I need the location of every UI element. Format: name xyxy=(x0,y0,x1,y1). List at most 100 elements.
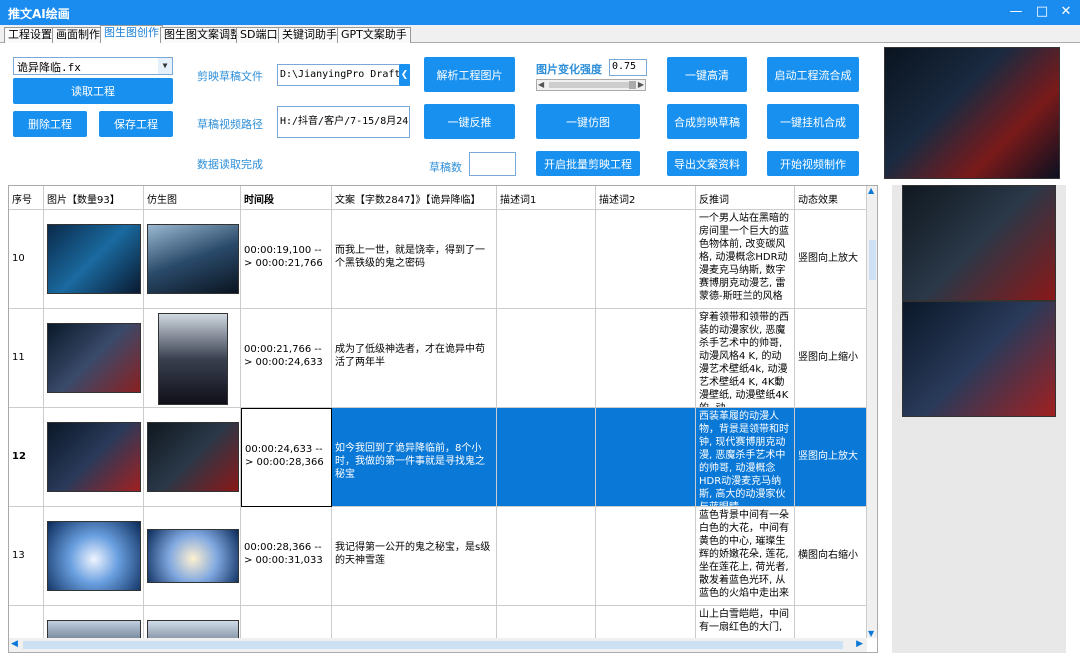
batch-jianying-button[interactable]: 开启批量剪映工程 xyxy=(536,151,640,176)
bionic-image[interactable] xyxy=(147,224,239,294)
preview-image[interactable] xyxy=(884,47,1060,179)
vertical-scroll-thumb[interactable] xyxy=(869,240,876,280)
scroll-down-icon[interactable]: ▼ xyxy=(868,629,874,638)
effect-cell[interactable]: 竖图向上缩小 xyxy=(795,309,867,408)
project-select[interactable]: 诡异降临.fx ▼ xyxy=(13,57,173,75)
tab-keyword-helper[interactable]: 关键词助手 xyxy=(278,27,341,43)
imitate-button[interactable]: 一键仿图 xyxy=(536,104,640,139)
text-cell[interactable]: 而我上一世，就是饶幸，得到了一个黑铁级的鬼之密码 xyxy=(332,210,497,309)
header-bionic[interactable]: 仿生图 xyxy=(144,186,241,210)
tab-bar: 工程设置 画面制作 图生图创作 图生图文案调整 SD端口 关键词助手 GPT文案… xyxy=(0,25,1080,43)
tab-sd-port[interactable]: SD端口 xyxy=(236,27,282,43)
bionic-cell[interactable] xyxy=(144,309,241,408)
desc2-cell[interactable] xyxy=(596,408,696,507)
image-cell[interactable] xyxy=(44,210,144,309)
text-cell[interactable]: 我记得第一公开的鬼之秘宝，是s级的天神雪莲 xyxy=(332,507,497,606)
reverse-cell[interactable]: 一个男人站在黑暗的房间里一个巨大的蓝色物体前, 改变碳风格, 动漫概念HDR动漫… xyxy=(696,210,795,309)
preview-list-image[interactable] xyxy=(902,185,1056,301)
bionic-image[interactable] xyxy=(147,422,239,492)
header-desc1[interactable]: 描述词1 xyxy=(497,186,596,210)
thumbnail-image[interactable] xyxy=(47,521,141,591)
reverse-cell[interactable]: 蓝色背景中间有一朵白色的大花，中间有黄色的中心, 璀璨生辉的娇嫩花朵, 莲花, … xyxy=(696,507,795,606)
thumbnail-image[interactable] xyxy=(47,422,141,492)
minimize-icon[interactable]: — xyxy=(1004,2,1028,22)
chevron-down-icon[interactable]: ▼ xyxy=(158,58,172,74)
desc1-cell[interactable] xyxy=(497,210,596,309)
header-image[interactable]: 图片【数量93】 xyxy=(44,186,144,210)
read-project-button[interactable]: 读取工程 xyxy=(13,78,173,104)
image-cell[interactable] xyxy=(44,309,144,408)
scroll-right-icon[interactable]: ▶ xyxy=(856,639,863,649)
maximize-icon[interactable]: □ xyxy=(1030,2,1054,22)
desc2-cell[interactable] xyxy=(596,210,696,309)
save-project-button[interactable]: 保存工程 xyxy=(99,111,173,137)
reverse-prompt-button[interactable]: 一键反推 xyxy=(424,104,515,139)
scroll-left-icon[interactable]: ◀ xyxy=(11,639,18,649)
header-desc2[interactable]: 描述词2 xyxy=(596,186,696,210)
horizontal-scrollbar[interactable]: ◀ ▶ xyxy=(9,638,867,652)
start-video-button[interactable]: 开始视频制作 xyxy=(767,151,859,176)
desc1-cell[interactable] xyxy=(497,408,596,507)
horizontal-scroll-thumb[interactable] xyxy=(23,641,843,649)
delete-project-button[interactable]: 删除工程 xyxy=(13,111,87,137)
thumbnail-image[interactable] xyxy=(47,323,141,393)
scroll-up-icon[interactable]: ▲ xyxy=(868,186,874,195)
strength-thumb[interactable] xyxy=(629,81,636,89)
bionic-cell[interactable] xyxy=(144,408,241,507)
chevron-left-icon[interactable]: ❮ xyxy=(399,64,410,86)
tab-img2img[interactable]: 图生图创作 xyxy=(100,25,163,43)
header-text[interactable]: 文案【字数2847】》【诡异降临】 xyxy=(332,186,497,210)
bionic-cell[interactable] xyxy=(144,507,241,606)
bionic-image[interactable] xyxy=(147,529,239,583)
header-no[interactable]: 序号 xyxy=(9,186,44,210)
bionic-cell[interactable] xyxy=(144,210,241,309)
hang-compose-button[interactable]: 一键挂机合成 xyxy=(767,104,859,139)
image-cell[interactable] xyxy=(44,408,144,507)
compose-draft-button[interactable]: 合成剪映草稿 xyxy=(667,104,747,139)
video-path-input[interactable]: H:/抖音/客户/7-15/8月24日. xyxy=(277,106,410,138)
text-cell[interactable]: 如今我回到了诡异降临前，8个小时，我做的第一件事就是寻找鬼之秘宝 xyxy=(332,408,497,507)
draft-file-input[interactable]: D:\JianyingPro Drafts\诡 xyxy=(277,64,410,86)
effect-cell[interactable]: 竖图向上放大 xyxy=(795,210,867,309)
desc2-cell[interactable] xyxy=(596,309,696,408)
start-flow-button[interactable]: 启动工程流合成 xyxy=(767,57,859,92)
reverse-cell[interactable]: 穿着领带和领带的西装的动漫家伙, 恶魔杀手艺术中的帅哥, 动漫风格4 K, 的动… xyxy=(696,309,795,408)
tab-gpt-helper[interactable]: GPT文案助手 xyxy=(337,27,411,43)
desc1-cell[interactable] xyxy=(497,507,596,606)
header-time[interactable]: 时间段 xyxy=(241,186,332,210)
bionic-image[interactable] xyxy=(158,313,228,405)
effect-cell[interactable]: 竖图向上放大 xyxy=(795,408,867,507)
tab-scene-making[interactable]: 画面制作 xyxy=(52,27,104,43)
strength-input[interactable]: 0.75 xyxy=(609,59,647,76)
row-no[interactable]: 11 xyxy=(9,309,44,408)
row-no[interactable]: 10 xyxy=(9,210,44,309)
parse-images-button[interactable]: 解析工程图片 xyxy=(424,57,515,92)
row-no[interactable]: 12 xyxy=(9,408,44,507)
effect-cell[interactable]: 横图向右缩小 xyxy=(795,507,867,606)
strength-scrollbar[interactable]: ◀ ▶ xyxy=(536,79,646,91)
desc1-cell[interactable] xyxy=(497,309,596,408)
row-no[interactable]: 13 xyxy=(9,507,44,606)
time-cell[interactable]: 00:00:19,100 --> 00:00:21,766 xyxy=(241,210,332,309)
drafts-count-input[interactable] xyxy=(469,152,516,176)
hd-button[interactable]: 一键高清 xyxy=(667,57,747,92)
data-table: 序号 图片【数量93】 仿生图 时间段 文案【字数2847】》【诡异降临】 描述… xyxy=(8,185,878,653)
header-reverse[interactable]: 反推词 xyxy=(696,186,795,210)
desc2-cell[interactable] xyxy=(596,507,696,606)
thumbnail-image[interactable] xyxy=(47,224,141,294)
image-cell[interactable] xyxy=(44,507,144,606)
preview-list-image[interactable] xyxy=(902,301,1056,417)
header-effect[interactable]: 动态效果 xyxy=(795,186,867,210)
vertical-scrollbar[interactable]: ▲ ▼ xyxy=(867,186,877,638)
time-cell[interactable]: 00:00:28,366 --> 00:00:31,033 xyxy=(241,507,332,606)
export-text-button[interactable]: 导出文案资料 xyxy=(667,151,747,176)
scroll-left-icon[interactable]: ◀ xyxy=(538,80,544,89)
tab-img2img-text[interactable]: 图生图文案调整 xyxy=(160,27,245,43)
close-icon[interactable]: ✕ xyxy=(1054,2,1078,22)
time-cell[interactable]: 00:00:24,633 --> 00:00:28,366 xyxy=(241,408,332,507)
tab-project-settings[interactable]: 工程设置 xyxy=(4,27,56,43)
time-cell[interactable]: 00:00:21,766 --> 00:00:24,633 xyxy=(241,309,332,408)
reverse-cell[interactable]: 西装革履的动漫人物，背景是领带和时钟, 现代赛博朋克动漫, 恶魔杀手艺术中的帅哥… xyxy=(696,408,795,507)
text-cell[interactable]: 成为了低级神选者，才在诡异中苟活了两年半 xyxy=(332,309,497,408)
scroll-right-icon[interactable]: ▶ xyxy=(638,80,644,89)
